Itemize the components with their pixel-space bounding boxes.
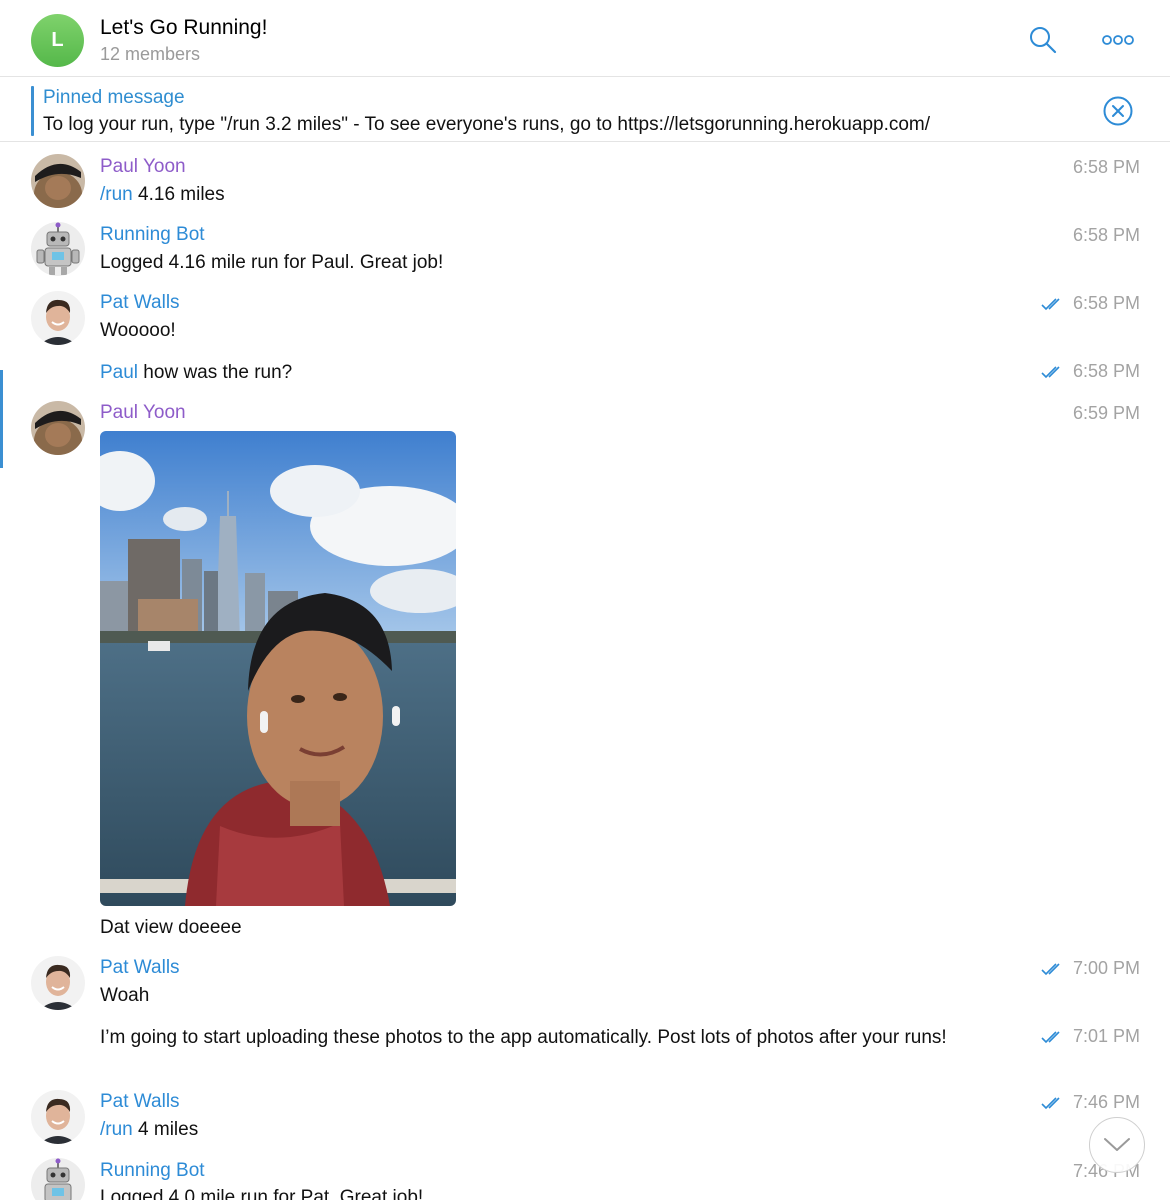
more-icon bbox=[1102, 35, 1134, 45]
message-body: 4 miles bbox=[132, 1119, 199, 1140]
message-time: 7:01 PM bbox=[1041, 1026, 1140, 1047]
read-check-icon bbox=[1041, 1096, 1060, 1109]
message-text: Logged 4.0 mile run for Pat. Great job! bbox=[100, 1187, 424, 1200]
read-check-icon bbox=[1041, 297, 1060, 310]
time-label: 6:58 PM bbox=[1072, 225, 1140, 245]
command-link[interactable]: /run bbox=[100, 1119, 133, 1140]
message-text: Paul how was the run? bbox=[100, 361, 292, 385]
photo-attachment[interactable] bbox=[100, 431, 456, 906]
sender-name[interactable]: Running Bot bbox=[100, 1160, 205, 1182]
pinned-title: Pinned message bbox=[43, 87, 185, 108]
pinned-message[interactable]: Pinned message To log your run, type "/r… bbox=[0, 78, 1170, 142]
chevron-down-icon bbox=[1104, 1138, 1130, 1151]
member-count: 12 members bbox=[100, 44, 201, 64]
avatar-running-bot[interactable] bbox=[31, 1158, 85, 1200]
message-time: 7:46 PM bbox=[1041, 1092, 1140, 1113]
message-time: 6:58 PM bbox=[1041, 293, 1140, 314]
message-time: 6:58 PM bbox=[1073, 157, 1140, 178]
sender-name[interactable]: Pat Walls bbox=[100, 292, 180, 314]
message-time: 6:59 PM bbox=[1073, 403, 1140, 424]
read-check-icon bbox=[1041, 1030, 1060, 1043]
time-label: 7:00 PM bbox=[1072, 958, 1140, 978]
group-avatar[interactable]: L bbox=[31, 14, 84, 67]
message-text: /run 4.16 miles bbox=[100, 183, 225, 207]
avatar-running-bot[interactable] bbox=[31, 222, 85, 276]
more-button[interactable] bbox=[1102, 24, 1134, 56]
chat-title[interactable]: Let's Go Running! bbox=[100, 16, 267, 40]
search-icon bbox=[1030, 27, 1057, 54]
sender-name[interactable]: Paul Yoon bbox=[100, 402, 186, 424]
sender-name[interactable]: Pat Walls bbox=[100, 1091, 180, 1113]
pinned-text: To log your run, type "/run 3.2 miles" -… bbox=[43, 114, 931, 135]
time-label: 6:58 PM bbox=[1072, 293, 1140, 313]
message-text: Logged 4.16 mile run for Paul. Great job… bbox=[100, 252, 444, 273]
message-text: /run 4 miles bbox=[100, 1118, 198, 1142]
pinned-close-button[interactable] bbox=[1102, 95, 1134, 127]
pinned-accent-bar bbox=[31, 86, 34, 136]
read-check-icon bbox=[1041, 962, 1060, 975]
avatar-paul-yoon[interactable] bbox=[31, 154, 85, 208]
time-label: 6:59 PM bbox=[1072, 403, 1140, 423]
sender-name[interactable]: Running Bot bbox=[100, 224, 205, 246]
close-circle-icon bbox=[1103, 96, 1133, 126]
message-body: 4.16 miles bbox=[132, 184, 225, 205]
avatar-pat-walls[interactable] bbox=[31, 956, 85, 1010]
command-link[interactable]: /run bbox=[100, 184, 133, 205]
photo-caption: Dat view doeeee bbox=[100, 917, 242, 938]
message-body: how was the run? bbox=[138, 362, 293, 383]
time-label: 6:58 PM bbox=[1072, 157, 1140, 177]
avatar-pat-walls[interactable] bbox=[31, 291, 85, 345]
time-label: 7:01 PM bbox=[1072, 1026, 1140, 1046]
time-label: 6:58 PM bbox=[1072, 361, 1140, 381]
message-time: 7:00 PM bbox=[1041, 958, 1140, 979]
selection-indicator bbox=[0, 370, 3, 468]
message-time: 6:58 PM bbox=[1073, 225, 1140, 246]
sender-name[interactable]: Pat Walls bbox=[100, 957, 180, 979]
avatar-paul-yoon[interactable] bbox=[31, 401, 85, 455]
mention-link[interactable]: Paul bbox=[100, 362, 138, 383]
sender-name[interactable]: Paul Yoon bbox=[100, 156, 186, 178]
scroll-to-bottom-button[interactable] bbox=[1089, 1117, 1145, 1173]
message-text: Woah bbox=[100, 985, 150, 1006]
read-check-icon bbox=[1041, 365, 1060, 378]
avatar-pat-walls[interactable] bbox=[31, 1090, 85, 1144]
message-text: Wooooo! bbox=[100, 320, 176, 341]
chat-header: L Let's Go Running! 12 members bbox=[0, 0, 1170, 77]
message-time: 6:58 PM bbox=[1041, 361, 1140, 382]
message-text: I’m going to start uploading these photo… bbox=[100, 1027, 947, 1048]
search-button[interactable] bbox=[1027, 24, 1059, 56]
time-label: 7:46 PM bbox=[1072, 1092, 1140, 1112]
